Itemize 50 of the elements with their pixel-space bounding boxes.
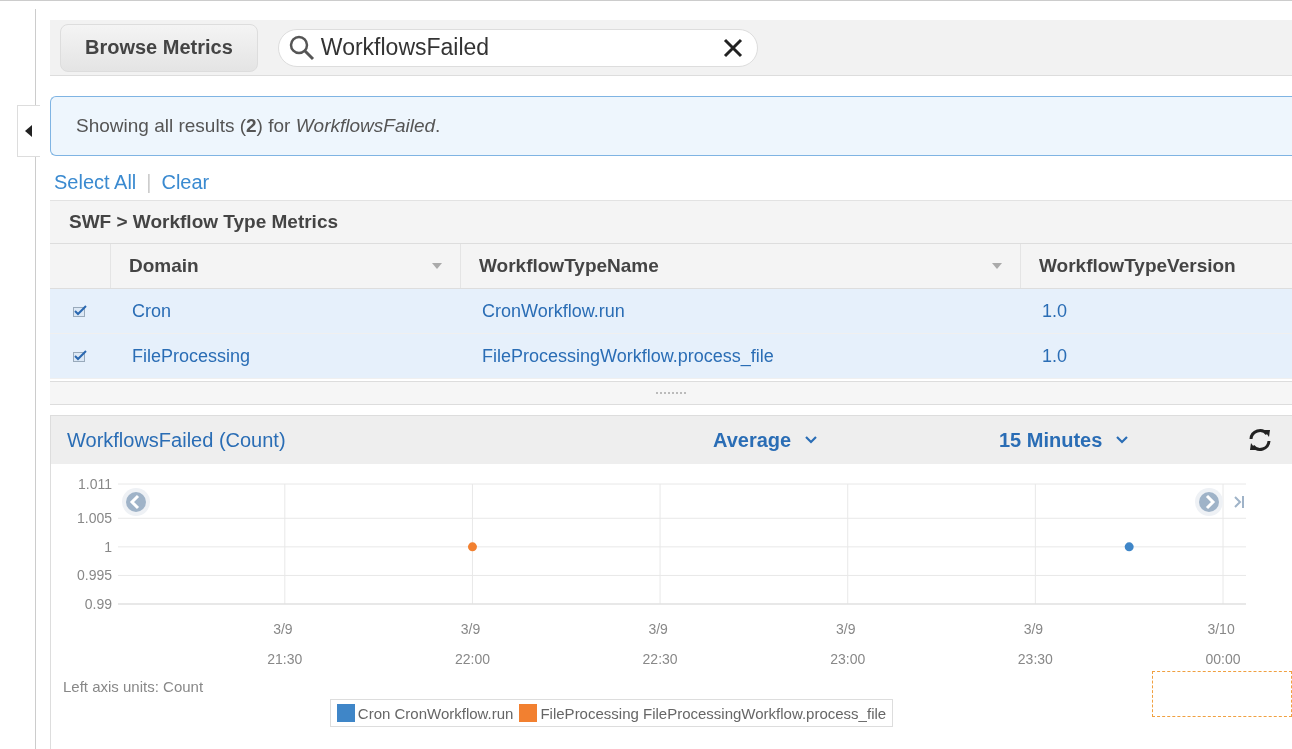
table-cell-text: 1.0 — [1041, 344, 1069, 368]
axis-units-label: Left axis units: Count — [62, 678, 205, 695]
y-tick-label: 0.995 — [76, 567, 112, 584]
table-cell-text: Cron — [131, 299, 172, 323]
table-cell-text: FileProcessing — [131, 344, 252, 368]
sort-caret-icon — [992, 263, 1002, 269]
results-message: Showing all results (2) for WorkflowsFailed. — [76, 115, 441, 137]
statistic-dropdown[interactable]: Average — [707, 427, 993, 453]
table-cell-text: CronWorkflow.run — [481, 299, 626, 323]
x-tick-label: 3/9 22:30 — [642, 621, 678, 667]
splitter-handle[interactable] — [50, 381, 1292, 405]
legend-label: Cron CronWorkflow.run — [357, 704, 514, 722]
search-text: WorkflowsFailed — [320, 34, 491, 61]
browse-metrics-button[interactable]: Browse Metrics — [60, 23, 258, 72]
x-tick-label: 3/9 23:00 — [830, 621, 866, 667]
y-tick-label: 1.011 — [78, 476, 112, 492]
x-tick-label: 3/9 23:30 — [1017, 621, 1053, 667]
table-cell-text: 1.0 — [1041, 299, 1069, 323]
link-separator: | — [146, 170, 152, 194]
sort-caret-icon — [432, 263, 442, 269]
table-cell-text: FileProcessingWorkflow.process_file — [481, 344, 775, 369]
chevron-icon — [805, 436, 818, 444]
refresh-icon[interactable] — [1247, 428, 1273, 452]
x-tick-label: 3/9 22:00 — [454, 621, 490, 667]
table-row[interactable]: FileProcessing FileProcessingWorkflow.process_file 1.0 — [50, 334, 1292, 379]
column-header[interactable]: WorkflowTypeName — [460, 244, 1020, 288]
column-header[interactable]: Domain — [110, 244, 460, 288]
select-all-link[interactable]: Select All — [54, 170, 137, 194]
chevron-icon — [1116, 436, 1129, 444]
column-header[interactable]: WorkflowTypeVersion — [1020, 244, 1292, 288]
search-field[interactable]: WorkflowsFailed — [277, 28, 758, 67]
data-point — [467, 542, 477, 552]
group-title: SWF > Workflow Type Metrics — [50, 200, 1292, 243]
collapse-tab[interactable] — [17, 105, 40, 157]
x-tick-label: 3/9 21:30 — [267, 621, 303, 667]
clear-link[interactable]: Clear — [161, 170, 210, 194]
legend-label: FileProcessing FileProcessingWorkflow.process_file — [540, 704, 887, 722]
y-tick-label: 1 — [104, 538, 112, 555]
search-icon — [288, 34, 315, 61]
table-row[interactable]: Cron CronWorkflow.run 1.0 — [50, 289, 1292, 334]
y-tick-label: 1.005 — [76, 510, 112, 527]
graph-title[interactable]: WorkflowsFailed (Count) — [67, 428, 707, 452]
period-dropdown[interactable]: 15 Minutes — [993, 427, 1243, 453]
y-tick-label: 0.99 — [84, 596, 112, 612]
checkbox[interactable] — [73, 305, 87, 317]
data-point — [1124, 542, 1134, 552]
left-arrow-icon — [25, 125, 33, 137]
x-tick-label: 3/10 00:00 — [1205, 621, 1241, 667]
close-icon[interactable] — [722, 37, 743, 58]
checkbox[interactable] — [73, 350, 87, 362]
